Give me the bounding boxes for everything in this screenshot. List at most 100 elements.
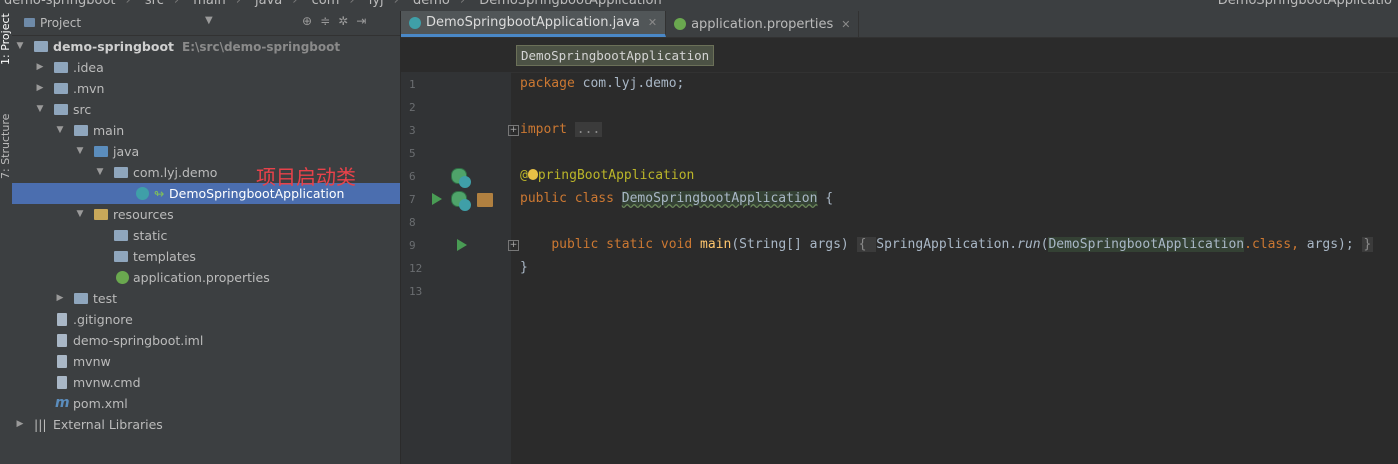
tree-item-demo-springboot[interactable]: ▼ demo-springboot E:\src\demo-springboot	[12, 36, 400, 57]
tab-application-properties[interactable]: application.properties ✕	[666, 11, 860, 37]
project-panel: Project ▼ ⊕ ≑ ✲ ⇥ ▼ demo-springboot E:\sr…	[12, 11, 401, 464]
folder-icon	[54, 104, 68, 115]
hide-icon[interactable]: ⇥	[356, 14, 366, 28]
file-icon	[57, 334, 67, 347]
file-icon	[57, 355, 67, 368]
tree-item-test[interactable]: ▶ test	[12, 288, 400, 309]
editor-breadcrumb-row: DemoSpringbootApplication	[401, 38, 1398, 73]
editor-panel: DemoSpringbootApplication.java ✕ applica…	[401, 11, 1398, 464]
breadcrumb-item[interactable]: demo-springboot	[4, 0, 116, 8]
breadcrumb-item[interactable]: lyj	[369, 0, 384, 8]
tree-item-label: test	[93, 291, 118, 306]
tree-item-label: com.lyj.demo	[133, 165, 218, 180]
breadcrumb-item[interactable]: DemoSpringbootApplication	[479, 0, 661, 8]
breadcrumb-item[interactable]: src	[145, 0, 164, 8]
chevron-down-icon[interactable]: ▼	[74, 204, 86, 225]
locate-icon[interactable]: ⊕	[302, 14, 312, 28]
code-line-7: public class DemoSpringbootApplication {	[520, 191, 834, 206]
code-line-6: @ pringBootApplication	[520, 168, 695, 183]
chevron-right-icon[interactable]: ▶	[34, 78, 46, 99]
tree-item-application-properties[interactable]: application.properties	[12, 267, 400, 288]
code-line-12: }	[520, 260, 528, 275]
breadcrumb-item[interactable]: demo	[413, 0, 450, 8]
close-icon[interactable]: ✕	[648, 16, 657, 29]
code-editor[interactable]: package com.lyj.demo; import ... @ pringB…	[511, 72, 1398, 464]
file-icon	[57, 313, 67, 326]
line-number: 9	[409, 239, 416, 252]
project-panel-title[interactable]: Project	[40, 16, 81, 30]
tree-item-src[interactable]: ▼ src	[12, 99, 400, 120]
tree-item-templates[interactable]: templates	[12, 246, 400, 267]
tree-item-label: static	[133, 228, 168, 243]
package-icon	[114, 167, 128, 178]
tree-item-label: demo-springboot.iml	[73, 333, 204, 348]
chevron-right-icon[interactable]: ▶	[14, 414, 26, 435]
tree-item-label: pom.xml	[73, 396, 128, 411]
lightbulb-icon[interactable]	[527, 169, 538, 180]
tree-item-main[interactable]: ▼ main	[12, 120, 400, 141]
code-line-1: package com.lyj.demo;	[520, 76, 685, 91]
folded-imports[interactable]: ...	[574, 122, 603, 137]
gear-icon[interactable]: ✲	[338, 14, 348, 28]
close-icon[interactable]: ✕	[841, 18, 850, 31]
tree-item-static[interactable]: static	[12, 225, 400, 246]
breadcrumb-item[interactable]: main	[193, 0, 225, 8]
tree-item-iml[interactable]: demo-springboot.iml	[12, 330, 400, 351]
spring-class-icon	[136, 187, 149, 200]
line-number: 8	[409, 216, 416, 229]
tree-item-resources[interactable]: ▼ resources	[12, 204, 400, 225]
structure-tool-tab[interactable]: 7: Structure	[0, 114, 12, 179]
tree-item-mvnw[interactable]: mvnw	[12, 351, 400, 372]
spring-class-icon	[409, 16, 421, 29]
folder-icon	[54, 62, 68, 73]
tree-item-label: .gitignore	[73, 312, 133, 327]
breadcrumb-item[interactable]: java	[255, 0, 282, 8]
run-icon[interactable]	[432, 193, 442, 205]
tab-label: application.properties	[691, 16, 834, 32]
line-number: 5	[409, 147, 416, 160]
tab-main-class[interactable]: DemoSpringbootApplication.java ✕	[401, 11, 667, 37]
chevron-right-icon[interactable]: ▶	[34, 57, 46, 78]
run-config-selector[interactable]: DemoSpringbootApplicatio	[1218, 0, 1392, 8]
tree-item-gitignore[interactable]: .gitignore	[12, 309, 400, 330]
breadcrumb-item[interactable]: com	[312, 0, 340, 8]
tree-item-label: src	[73, 102, 92, 117]
chevron-down-icon[interactable]: ▼	[14, 36, 26, 57]
chevron-down-icon[interactable]: ▼	[205, 15, 213, 26]
spring-leaf-icon	[116, 271, 129, 284]
tree-item-mvnw-cmd[interactable]: mvnw.cmd	[12, 372, 400, 393]
breadcrumb: demo-springboot › src › main › java › com › l…	[4, 0, 672, 8]
tree-item-label: mvnw	[73, 354, 111, 369]
editor-breadcrumb[interactable]: DemoSpringbootApplication	[516, 45, 715, 66]
hierarchy-icon[interactable]	[477, 193, 493, 207]
tree-item-label: application.properties	[133, 270, 270, 285]
folder-icon	[114, 230, 128, 241]
tree-item-java[interactable]: ▼ java	[12, 141, 400, 162]
spring-class-icon	[459, 199, 471, 211]
resources-folder-icon	[94, 209, 108, 220]
folder-icon	[54, 83, 68, 94]
run-icon[interactable]	[457, 239, 467, 251]
folder-icon	[74, 293, 88, 304]
line-number: 7	[409, 193, 416, 206]
tree-item-idea[interactable]: ▶ .idea	[12, 57, 400, 78]
chevron-down-icon[interactable]: ▼	[54, 120, 66, 141]
project-tool-tab[interactable]: 1: Project	[0, 13, 12, 65]
line-number: 6	[409, 170, 416, 183]
tree-item-external-libraries[interactable]: ▶ ||| External Libraries	[12, 414, 400, 435]
source-folder-icon	[94, 146, 108, 157]
project-view-icon	[24, 18, 35, 27]
tree-item-label: resources	[113, 207, 174, 222]
tree-item-label: templates	[133, 249, 196, 264]
tree-item-pom[interactable]: m pom.xml	[12, 393, 400, 414]
line-number: 3	[409, 124, 416, 137]
tree-item-mvn[interactable]: ▶ .mvn	[12, 78, 400, 99]
run-config-icon: ↬	[154, 186, 165, 201]
tree-item-label: .idea	[73, 60, 104, 75]
chevron-down-icon[interactable]: ▼	[94, 162, 106, 183]
chevron-right-icon[interactable]: ▶	[54, 288, 66, 309]
chevron-down-icon[interactable]: ▼	[74, 141, 86, 162]
chevron-down-icon[interactable]: ▼	[34, 99, 46, 120]
collapse-all-icon[interactable]: ≑	[320, 14, 330, 28]
line-number: 12	[409, 262, 423, 275]
